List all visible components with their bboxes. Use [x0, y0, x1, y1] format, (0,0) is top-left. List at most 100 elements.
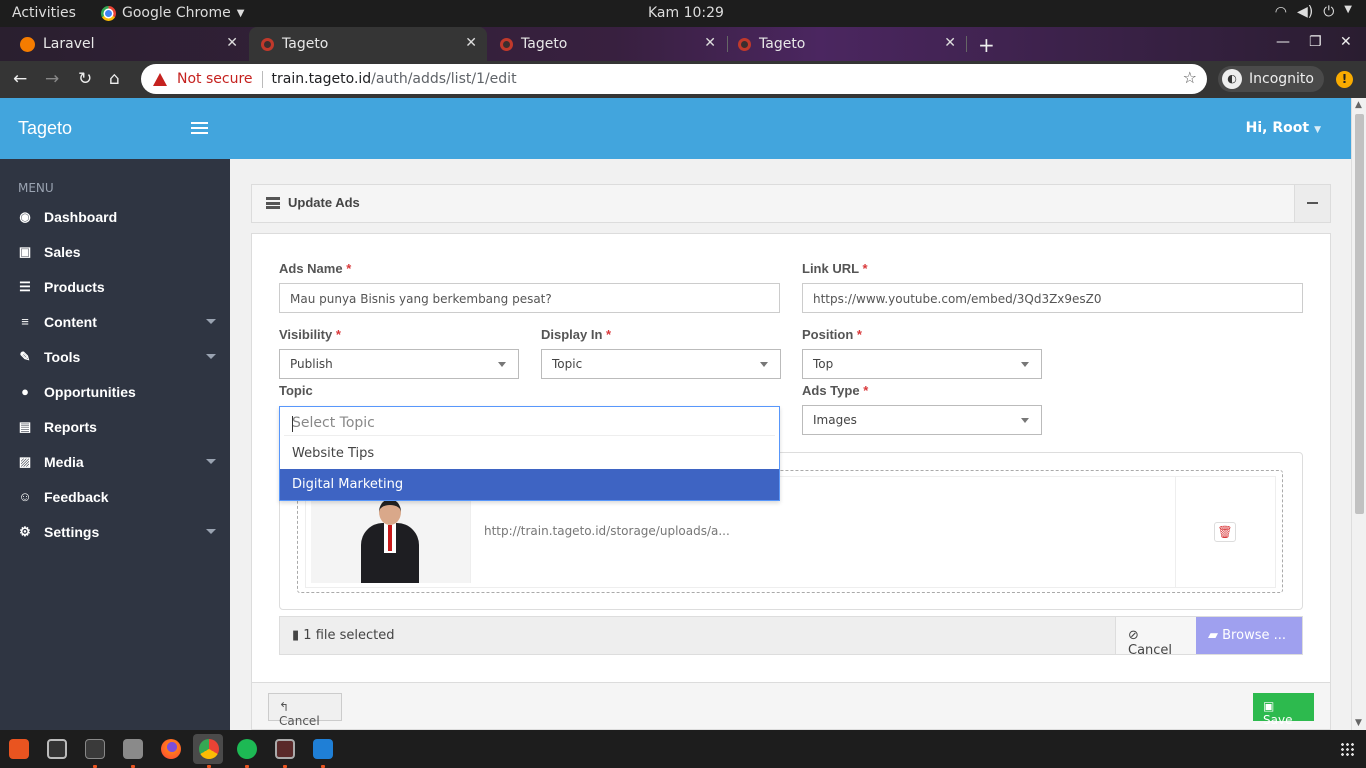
screenshot-icon[interactable]: [275, 739, 295, 759]
topic-option-website-tips[interactable]: Website Tips: [280, 438, 779, 469]
position-select[interactable]: Top: [802, 349, 1042, 379]
label-text: Position: [802, 327, 854, 342]
show-applications-icon[interactable]: [1340, 742, 1354, 756]
web-page: Tageto Hi, Root ▼ MENU ◉ Dashboard ▣ Sales …: [0, 98, 1351, 730]
sidebar-item-feedback[interactable]: ☺ Feedback: [0, 479, 230, 514]
topic-option-digital-marketing[interactable]: Digital Marketing: [280, 469, 779, 500]
person-tie: [388, 525, 392, 551]
maximize-icon[interactable]: ❐: [1309, 34, 1322, 50]
cancel-button[interactable]: ↰ Cancel: [268, 693, 342, 728]
ads-type-select[interactable]: Images: [802, 405, 1042, 435]
close-icon[interactable]: ✕: [944, 35, 956, 51]
system-tray[interactable]: ◠ ◀) ⏻ ▼: [1275, 4, 1352, 20]
close-icon[interactable]: ✕: [704, 35, 716, 51]
system-top-bar: Activities Google Chrome ▼ Kam 10:29 ◠ ◀…: [0, 0, 1366, 27]
url-text[interactable]: train.tageto.id/auth/adds/list/1/edit: [272, 71, 517, 87]
software-center-icon[interactable]: [9, 739, 29, 759]
panel-title: Update Ads: [288, 195, 360, 210]
close-icon[interactable]: ✕: [465, 35, 477, 51]
not-secure-label[interactable]: Not secure: [177, 71, 253, 87]
files-icon[interactable]: [123, 739, 143, 759]
label-text: Visibility: [279, 327, 333, 342]
sidebar-item-content[interactable]: ≡ Content: [0, 304, 230, 339]
chrome-icon[interactable]: [199, 739, 219, 759]
sidebar-item-label: Reports: [44, 418, 97, 435]
ads-name-input[interactable]: Mau punya Bisnis yang berkembang pesat?: [279, 283, 780, 313]
display-in-label: Display In *: [541, 327, 611, 342]
position-label: Position *: [802, 327, 862, 342]
star-icon[interactable]: ☆: [1183, 68, 1197, 87]
topic-dropdown[interactable]: Select Topic Website Tips Digital Market…: [279, 406, 780, 501]
close-window-icon[interactable]: ✕: [1340, 34, 1352, 50]
reload-icon[interactable]: ↻: [78, 69, 92, 89]
home-icon[interactable]: ⌂: [109, 69, 120, 89]
sidebar-item-settings[interactable]: ⚙ Settings: [0, 514, 230, 549]
select-value: Publish: [290, 357, 333, 371]
sidebar-item-media[interactable]: ▨ Media: [0, 444, 230, 479]
button-label: Cancel: [1128, 643, 1173, 658]
save-button[interactable]: ▣ Save: [1253, 693, 1314, 727]
incognito-badge[interactable]: ◐ Incognito: [1218, 66, 1324, 92]
scroll-down-icon[interactable]: ▼: [1355, 718, 1362, 728]
form-footer: ↰ Cancel ▣ Save: [251, 683, 1331, 730]
forward-icon[interactable]: →: [45, 69, 59, 89]
tab-label: Tageto: [521, 36, 568, 52]
scroll-thumb[interactable]: [1355, 114, 1364, 514]
page-scrollbar[interactable]: ▲ ▼: [1351, 98, 1366, 730]
link-url-input[interactable]: https://www.youtube.com/embed/3Qd3Zx9esZ…: [802, 283, 1303, 313]
brand-logo[interactable]: Tageto: [18, 118, 72, 139]
update-icon[interactable]: !: [1336, 71, 1353, 88]
tab-laravel[interactable]: Laravel ✕: [0, 27, 248, 61]
select-value: Images: [813, 413, 857, 427]
required-mark: *: [856, 327, 862, 342]
app-menu-label: Google Chrome: [122, 5, 231, 21]
wrench-icon: ✎: [19, 348, 31, 364]
collapse-button[interactable]: [1294, 185, 1330, 222]
vscode-icon[interactable]: [313, 739, 333, 759]
spotify-icon[interactable]: [237, 739, 257, 759]
minimize-icon[interactable]: —: [1276, 34, 1290, 50]
close-icon[interactable]: ✕: [226, 35, 238, 51]
lines-icon: ≡: [21, 314, 29, 329]
tab-label: Laravel: [43, 36, 95, 52]
caret-down-icon: ▼: [1314, 125, 1321, 135]
sidebar-item-tools[interactable]: ✎ Tools: [0, 339, 230, 374]
folder-open-icon: ▰: [1208, 628, 1218, 643]
reply-icon: ↰: [279, 700, 290, 714]
app-menu[interactable]: Google Chrome ▼: [101, 5, 244, 21]
tab-tageto-active[interactable]: Tageto ✕: [249, 27, 487, 61]
visibility-select[interactable]: Publish: [279, 349, 519, 379]
terminal-icon[interactable]: [85, 739, 105, 759]
clock[interactable]: Kam 10:29: [648, 5, 724, 21]
url-host: train.tageto.id: [271, 71, 372, 87]
display-in-select[interactable]: Topic: [541, 349, 781, 379]
sidebar-item-opportunities[interactable]: ● Opportunities: [0, 374, 230, 409]
caret-down-icon: [206, 319, 216, 324]
label-text: Link URL: [802, 261, 859, 276]
address-bar[interactable]: Not secure train.tageto.id/auth/adds/lis…: [141, 64, 1207, 94]
scroll-up-icon[interactable]: ▲: [1355, 100, 1362, 110]
tab-tageto[interactable]: Tageto ✕: [488, 27, 726, 61]
activities-button[interactable]: Activities: [12, 5, 76, 21]
label-text: Ads Type: [802, 383, 860, 398]
caret-down-icon: [1021, 362, 1029, 367]
tab-tageto[interactable]: Tageto ✕: [728, 27, 966, 61]
hamburger-menu-icon[interactable]: [191, 122, 208, 134]
user-menu[interactable]: Hi, Root ▼: [1246, 120, 1321, 136]
trash-icon[interactable]: 🗑: [1214, 522, 1236, 542]
topic-search-input[interactable]: Select Topic: [284, 411, 775, 436]
tageto-favicon: [500, 37, 513, 51]
topic-label: Topic: [279, 383, 313, 398]
back-icon[interactable]: ←: [13, 69, 27, 89]
sidebar-item-products[interactable]: ☰ Products: [0, 269, 230, 304]
sidebar-item-sales[interactable]: ▣ Sales: [0, 234, 230, 269]
firefox-icon[interactable]: [161, 739, 181, 759]
sidebar-item-reports[interactable]: ▤ Reports: [0, 409, 230, 444]
system-monitor-icon[interactable]: [47, 739, 67, 759]
select-value: Top: [813, 357, 834, 371]
sidebar-item-dashboard[interactable]: ◉ Dashboard: [0, 199, 230, 234]
browse-button[interactable]: ▰ Browse ...: [1196, 617, 1302, 654]
new-tab-icon[interactable]: +: [978, 33, 995, 57]
button-label: Cancel: [279, 714, 320, 728]
file-cancel-button[interactable]: ⊘ Cancel: [1115, 617, 1198, 658]
